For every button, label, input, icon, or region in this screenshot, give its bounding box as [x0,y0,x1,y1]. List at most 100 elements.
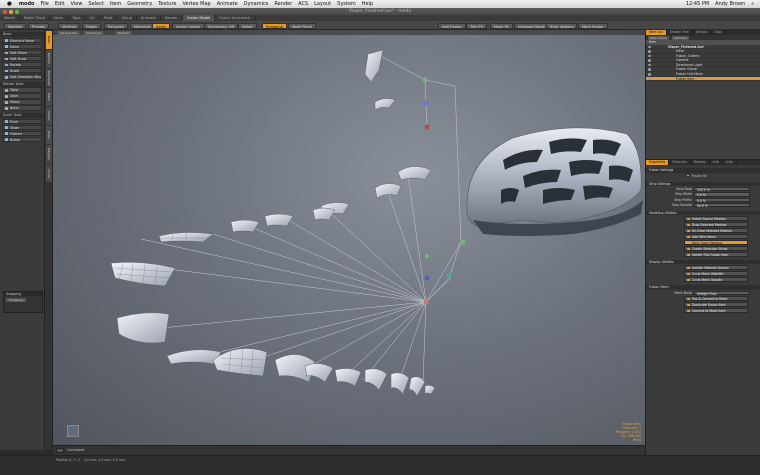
visibility-eye-icon[interactable] [648,77,651,81]
strip-smooth-field[interactable]: 50.0 % [694,203,750,208]
viewport-style-dropdown[interactable]: Default [115,30,132,35]
tab-clips[interactable]: Clips [711,30,726,35]
presets-button[interactable]: Presets [28,22,50,29]
spotlight-icon[interactable]: ⌕ [751,1,754,7]
tab-shader-tree[interactable]: Shader Tree [667,30,693,35]
add-strip-items-button[interactable]: Add Strip Items [684,233,748,239]
visibility-eye-icon[interactable] [648,68,651,72]
menu-select[interactable]: Select [88,1,103,7]
menu-app-name[interactable]: modo [19,1,35,7]
visibility-eye-icon[interactable] [648,54,651,58]
mark-fusion-button[interactable]: Mark Fusion [578,22,608,29]
visibility-eye-icon[interactable] [648,50,651,53]
add-item-button[interactable]: Add Item [671,35,690,40]
menu-render[interactable]: Render [274,1,292,7]
cycle-mesh-visibility-button[interactable]: Cycle Mesh Visibility [684,271,748,277]
item-row-fusion-item[interactable]: Fusion Item [646,76,760,82]
3d-viewport[interactable]: Perspective Advanced Default Fusion Item… [53,30,645,445]
command-history-button[interactable] [56,448,64,453]
polygons-button[interactable]: Polygons [104,22,128,29]
action-center-dropdown[interactable]: Action Center [172,22,205,29]
tool-scale[interactable]: Scale [2,68,42,74]
vtab-duplicate[interactable]: Duplicate [46,69,52,87]
undrop-selected-meshes-button[interactable]: Un-Drop Selected Meshes [684,227,748,233]
tool-shear[interactable]: Shear [2,99,42,105]
visibility-eye-icon[interactable] [648,59,651,62]
strip-base-field[interactable]: 100.0 % [694,186,750,192]
work-plane-dropdown[interactable]: Work Plane [288,22,317,29]
shading-dropdown[interactable]: Advanced [83,30,104,35]
view-type-dropdown[interactable]: Perspective [57,30,81,35]
tool-rotate[interactable]: Rotate [2,62,42,68]
pop-convert-mesh-button[interactable]: Pop & Convert to Mesh [684,296,748,302]
menu-edit[interactable]: Edit [55,1,65,7]
tool-twist[interactable]: Twist [2,87,42,93]
snapping-button[interactable]: Snapping [262,22,287,29]
snapping-toggle[interactable]: Snapping [6,298,26,302]
select-source-meshes-button[interactable]: Select Source Meshes [684,215,748,221]
visibility-eye-icon[interactable] [648,45,651,49]
command-input[interactable]: Command [67,448,84,452]
filter-items-dropdown[interactable]: Filter Items [648,35,669,40]
strip-clear-housing-button[interactable]: Strip Clear Housing [684,239,748,245]
viewport-mode-button[interactable]: Viewport Mode [514,22,549,29]
user-name[interactable]: Andy Brown [715,1,745,7]
edges-button[interactable]: Edges [82,22,101,29]
vtab-mesh-edit[interactable]: Mesh Edit [46,88,52,106]
tab-lists[interactable]: Lists [723,160,737,166]
menu-help[interactable]: Help [362,1,373,7]
symmetry-dropdown[interactable]: Symmetry: Off [204,22,239,29]
menu-acs[interactable]: ACS [298,1,308,7]
delete-fusion-item-button[interactable]: Delete This Fusion Item [684,251,748,257]
zoom-window-icon[interactable] [15,9,19,14]
trim-fit-button[interactable]: Trim Fit [466,22,487,29]
strip-width-field[interactable]: 4.0 % [694,192,750,197]
close-window-icon[interactable] [3,9,7,14]
visibility-eye-icon[interactable] [648,73,651,76]
strip-options-button[interactable]: Strip Options [546,22,578,29]
create-selection-strips-button[interactable]: Create Selection Strips [684,245,748,251]
menu-animate[interactable]: Animate [217,1,238,7]
tool-flatten[interactable]: Flatten [2,130,42,137]
vtab-vertex[interactable]: Vertex [46,107,52,125]
falloff-dropdown[interactable]: Falloff [238,22,257,29]
tab-item-list[interactable]: Item List [646,30,667,35]
menu-file[interactable]: File [40,1,48,7]
bike-helmet-model[interactable] [466,127,643,236]
axis-gizmo[interactable] [67,425,79,437]
mesh-mode-dropdown[interactable]: Airtight Final [694,290,750,296]
mesh-fit-button[interactable]: Mesh Fit [490,22,513,29]
tool-push[interactable]: Push [2,118,42,124]
visibility-eye-icon[interactable] [648,63,651,67]
tab-properties[interactable]: Properties [646,160,670,166]
tool-bulge[interactable]: Bulge [2,136,42,143]
items-button[interactable]: Items [152,22,171,29]
fusion-on-checkbox[interactable] [686,173,690,178]
tool-bend[interactable]: Bend [2,105,42,111]
vtab-edge[interactable]: Edge [46,126,52,144]
apple-icon[interactable]: ● [7,1,12,7]
vtab-polygon[interactable]: Polygon [46,145,52,163]
tab-channels[interactable]: Channels [669,160,691,166]
tab-info[interactable]: Info [710,160,723,166]
convert-to-mesh-item-button[interactable]: Convert to Mesh Item [684,308,748,314]
tool-element-move[interactable]: Element Move [2,37,42,44]
tool-soft-move[interactable]: Soft Move [2,49,42,56]
modeler-button[interactable]: Modeler [4,22,27,29]
strip-profile-field[interactable]: 0.0 % [694,197,750,203]
minimize-window-icon[interactable] [9,9,13,14]
menu-dynamics[interactable]: Dynamics [244,1,269,7]
vtab-curve[interactable]: Curve [46,164,52,182]
tool-soft-drag[interactable]: Soft Drag [2,55,42,62]
tab-groups[interactable]: Groups [693,30,712,35]
fusion-on-row[interactable]: Fusion On [646,173,760,179]
duplicate-fusion-item-button[interactable]: Duplicate Fusion Item [684,302,748,308]
tool-taper[interactable]: Taper [2,124,42,131]
tab-display[interactable]: Display [691,160,710,166]
menu-view[interactable]: View [71,1,83,7]
menu-texture[interactable]: Texture [158,1,176,7]
tool-soft-selection-move[interactable]: Soft Selection Move [2,74,42,80]
tool-move[interactable]: Move [2,43,42,50]
update-material-groups-button[interactable]: Update Material Groups [684,265,748,271]
tool-swirl[interactable]: Swirl [2,93,42,99]
